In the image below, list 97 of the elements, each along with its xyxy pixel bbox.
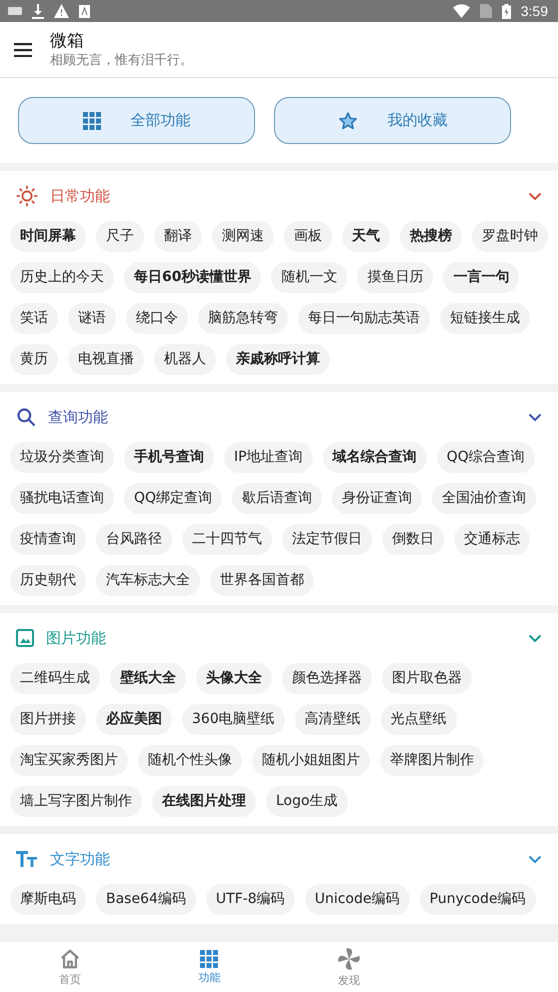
function-chip[interactable]: 在线图片处理 — [152, 786, 256, 817]
favorites-button[interactable]: 我的收藏 — [274, 97, 511, 144]
function-chip[interactable]: 壁纸大全 — [110, 663, 186, 694]
function-chip[interactable]: 谜语 — [68, 303, 116, 334]
function-chip[interactable]: 翻译 — [154, 221, 202, 252]
app-title: 微箱 — [50, 30, 85, 52]
function-chip[interactable]: 图片取色器 — [382, 663, 472, 694]
function-chip[interactable]: 历史朝代 — [10, 565, 86, 596]
function-chip[interactable]: Base64编码 — [96, 884, 196, 915]
sun-icon — [16, 185, 38, 207]
function-chip[interactable]: 高清壁纸 — [294, 704, 371, 735]
image-icon — [16, 629, 34, 647]
function-chip[interactable]: 笑话 — [10, 303, 58, 334]
pinwheel-icon — [336, 946, 361, 970]
function-chip[interactable]: 随机一文 — [271, 262, 348, 293]
function-chip[interactable]: 世界各国首都 — [210, 565, 314, 596]
function-chip[interactable]: 法定节假日 — [282, 524, 372, 555]
function-chip[interactable]: Logo生成 — [266, 786, 348, 817]
function-chip[interactable]: IP地址查询 — [224, 442, 313, 473]
function-chip[interactable]: 二十四节气 — [182, 524, 272, 555]
function-chip[interactable]: 垃圾分类查询 — [10, 442, 114, 473]
function-chip[interactable]: 墙上写字图片制作 — [10, 786, 142, 817]
nav-tab[interactable]: 首页 — [0, 942, 140, 992]
section-title: 日常功能 — [50, 186, 111, 206]
chevron-down-icon[interactable] — [528, 412, 542, 422]
app-notification-icon — [79, 4, 90, 18]
function-chip[interactable]: 机器人 — [154, 344, 216, 375]
function-chip[interactable]: 电视直播 — [68, 344, 144, 375]
chevron-down-icon[interactable] — [528, 192, 542, 200]
function-chip[interactable]: 倒数日 — [382, 524, 444, 555]
all-functions-button[interactable]: 全部功能 — [18, 97, 255, 144]
function-chip[interactable]: 亲戚称呼计算 — [226, 344, 330, 375]
search-icon — [16, 407, 36, 427]
function-chip[interactable]: 淘宝买家秀图片 — [10, 745, 128, 776]
section-title: 图片功能 — [46, 628, 107, 648]
home-icon — [58, 948, 81, 970]
function-chip[interactable]: Punycode编码 — [420, 884, 536, 915]
star-icon — [338, 110, 358, 130]
function-chip[interactable]: 历史上的今天 — [10, 262, 114, 293]
function-chip[interactable]: 二维码生成 — [10, 663, 100, 694]
function-chip[interactable]: 颜色选择器 — [282, 663, 372, 694]
function-chip[interactable]: 身份证查询 — [332, 483, 422, 514]
menu-icon[interactable] — [14, 42, 32, 56]
function-chip[interactable]: 一言一句 — [443, 262, 520, 293]
battery-charging-icon — [502, 4, 511, 18]
function-chip[interactable]: QQ综合查询 — [436, 442, 535, 473]
nav-tab[interactable]: 发现 — [279, 942, 418, 992]
function-chip[interactable]: Unicode编码 — [304, 884, 410, 915]
warning-icon — [54, 4, 69, 18]
nav-tab[interactable]: 功能 — [140, 942, 279, 992]
function-chip[interactable]: 举牌图片制作 — [380, 745, 484, 776]
function-chip[interactable]: 歇后语查询 — [232, 483, 322, 514]
function-chip[interactable]: 每日60秒读懂世界 — [124, 262, 262, 293]
keyboard-icon — [8, 6, 22, 16]
function-chip[interactable]: 摸鱼日历 — [357, 262, 434, 293]
function-chip[interactable]: 短链接生成 — [440, 303, 530, 334]
grid-icon — [82, 112, 100, 130]
download-icon — [32, 4, 44, 18]
function-chip[interactable]: 全国油价查询 — [432, 483, 536, 514]
function-chip[interactable]: QQ绑定查询 — [124, 483, 222, 514]
chevron-down-icon[interactable] — [528, 634, 542, 642]
function-chip[interactable]: 画板 — [284, 221, 332, 252]
no-sim-icon — [480, 4, 492, 18]
function-chip[interactable]: 绕口令 — [126, 303, 188, 334]
text-size-icon — [16, 851, 38, 867]
function-chip[interactable]: 随机小姐姐图片 — [252, 745, 370, 776]
function-chip[interactable]: 台风路径 — [96, 524, 172, 555]
app-subtitle: 相顾无言，惟有泪千行。 — [50, 52, 193, 70]
status-time: 3:59 — [520, 3, 548, 19]
function-chip[interactable]: 摩斯电码 — [10, 884, 86, 915]
chevron-down-icon[interactable] — [528, 854, 542, 864]
function-chip[interactable]: 图片拼接 — [10, 704, 86, 735]
wifi-icon — [452, 4, 470, 18]
function-chip[interactable]: 360电脑壁纸 — [182, 704, 285, 735]
function-chip[interactable]: 时间屏幕 — [10, 221, 86, 252]
grid-icon — [200, 950, 218, 968]
function-chip[interactable]: 尺子 — [96, 221, 144, 252]
function-chip[interactable]: 域名综合查询 — [322, 442, 427, 473]
function-chip[interactable]: 光点壁纸 — [380, 704, 457, 735]
function-chip[interactable]: 汽车标志大全 — [96, 565, 200, 596]
function-chip[interactable]: 交通标志 — [454, 524, 530, 555]
section-title: 查询功能 — [48, 408, 109, 426]
function-chip[interactable]: 头像大全 — [196, 663, 272, 694]
function-chip[interactable]: 必应美图 — [96, 704, 172, 735]
function-chip[interactable]: 随机个性头像 — [138, 745, 242, 776]
function-chip[interactable]: 天气 — [342, 221, 390, 252]
function-chip[interactable]: 罗盘时钟 — [472, 221, 548, 252]
function-chip[interactable]: 手机号查询 — [124, 442, 214, 473]
function-chip[interactable]: 热搜榜 — [400, 221, 462, 252]
section-title: 文字功能 — [50, 850, 111, 868]
function-chip[interactable]: 骚扰电话查询 — [10, 483, 114, 514]
function-chip[interactable]: 黄历 — [10, 344, 58, 375]
function-chip[interactable]: 每日一句励志英语 — [298, 303, 430, 334]
function-chip[interactable]: 脑筋急转弯 — [198, 303, 288, 334]
function-chip[interactable]: UTF-8编码 — [206, 884, 295, 915]
function-chip[interactable]: 测网速 — [212, 221, 274, 252]
function-chip[interactable]: 疫情查询 — [10, 524, 86, 555]
